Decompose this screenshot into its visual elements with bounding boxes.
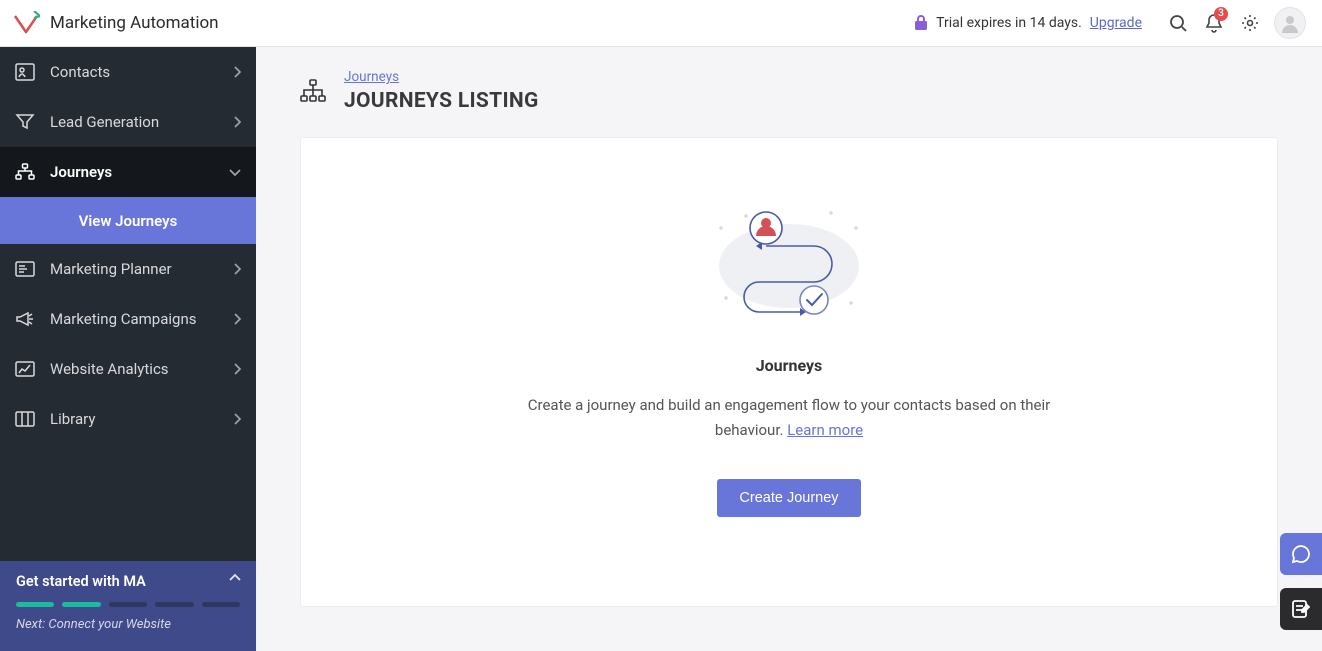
sidebar-item-marketing-planner[interactable]: Marketing Planner [0, 244, 256, 294]
sidebar-item-lead-generation[interactable]: Lead Generation [0, 97, 256, 147]
chevron-right-icon [232, 362, 242, 376]
contacts-icon [14, 63, 36, 81]
chevron-right-icon [232, 115, 242, 129]
analytics-icon [14, 360, 36, 378]
notification-badge: 3 [1214, 7, 1228, 21]
lead-generation-icon [14, 113, 36, 131]
subitem-label: View Journeys [79, 212, 178, 230]
app-logo-wrap: Marketing Automation [12, 11, 219, 35]
sidebar-item-library[interactable]: Library [0, 394, 256, 444]
breadcrumb-link[interactable]: Journeys [344, 69, 539, 85]
sidebar-item-label: Library [50, 410, 95, 428]
main-content: Journeys JOURNEYS LISTING [256, 47, 1322, 651]
chevron-right-icon [232, 312, 242, 326]
sidebar-item-journeys[interactable]: Journeys [0, 147, 256, 197]
page-title: JOURNEYS LISTING [344, 89, 539, 113]
settings-icon[interactable] [1232, 5, 1268, 41]
campaigns-icon [14, 310, 36, 328]
get-started-card[interactable]: Get started with MA Next: Connect your W… [0, 561, 256, 651]
chevron-up-icon [228, 573, 242, 583]
page-header: Journeys JOURNEYS LISTING [256, 47, 1322, 113]
chevron-right-icon [232, 262, 242, 276]
sidebar-subitem-view-journeys[interactable]: View Journeys [0, 197, 256, 244]
chevron-right-icon [232, 412, 242, 426]
empty-state-description: Create a journey and build an engagement… [509, 393, 1069, 443]
progress-step [202, 602, 240, 607]
progress-step [109, 602, 147, 607]
library-icon [14, 410, 36, 428]
lock-icon [914, 15, 928, 31]
planner-icon [14, 260, 36, 278]
sidebar-item-label: Journeys [50, 163, 112, 181]
notifications-icon[interactable]: 3 [1196, 5, 1232, 41]
chevron-down-icon [228, 167, 242, 177]
sidebar-item-contacts[interactable]: Contacts [0, 47, 256, 97]
app-logo-icon [12, 11, 40, 35]
sidebar-item-label: Lead Generation [50, 113, 159, 131]
journeys-icon [14, 163, 36, 181]
sidebar-item-label: Contacts [50, 63, 110, 81]
sidebar-item-website-analytics[interactable]: Website Analytics [0, 344, 256, 394]
sidebar-nav: Contacts Lead Generation Journeys [0, 47, 256, 561]
empty-state-title: Journeys [756, 356, 823, 375]
sidebar-item-label: Marketing Campaigns [50, 310, 196, 328]
user-avatar[interactable] [1274, 7, 1306, 39]
page-header-text: Journeys JOURNEYS LISTING [344, 69, 539, 113]
trial-status: Trial expires in 14 days. Upgrade [914, 15, 1142, 31]
journeys-page-icon [300, 79, 326, 103]
journeys-illustration [704, 198, 874, 328]
app-header: Marketing Automation Trial expires in 14… [0, 0, 1322, 47]
app-title: Marketing Automation [50, 13, 219, 33]
upgrade-link[interactable]: Upgrade [1090, 15, 1142, 31]
sidebar-item-label: Website Analytics [50, 360, 169, 378]
progress-step [62, 602, 100, 607]
sidebar-item-label: Marketing Planner [50, 260, 172, 278]
search-icon[interactable] [1160, 5, 1196, 41]
get-started-title: Get started with MA [16, 573, 240, 590]
empty-state-card: Journeys Create a journey and build an e… [300, 137, 1278, 607]
feedback-button[interactable] [1280, 588, 1322, 630]
progress-step [155, 602, 193, 607]
progress-step [16, 602, 54, 607]
sidebar-item-marketing-campaigns[interactable]: Marketing Campaigns [0, 294, 256, 344]
get-started-next: Next: Connect your Website [16, 617, 240, 632]
sidebar: Contacts Lead Generation Journeys [0, 47, 256, 651]
chat-support-button[interactable] [1280, 533, 1322, 575]
trial-text: Trial expires in 14 days. [936, 15, 1082, 31]
create-journey-button[interactable]: Create Journey [717, 479, 860, 517]
learn-more-link[interactable]: Learn more [787, 421, 863, 439]
get-started-progress [16, 602, 240, 607]
chevron-right-icon [232, 65, 242, 79]
